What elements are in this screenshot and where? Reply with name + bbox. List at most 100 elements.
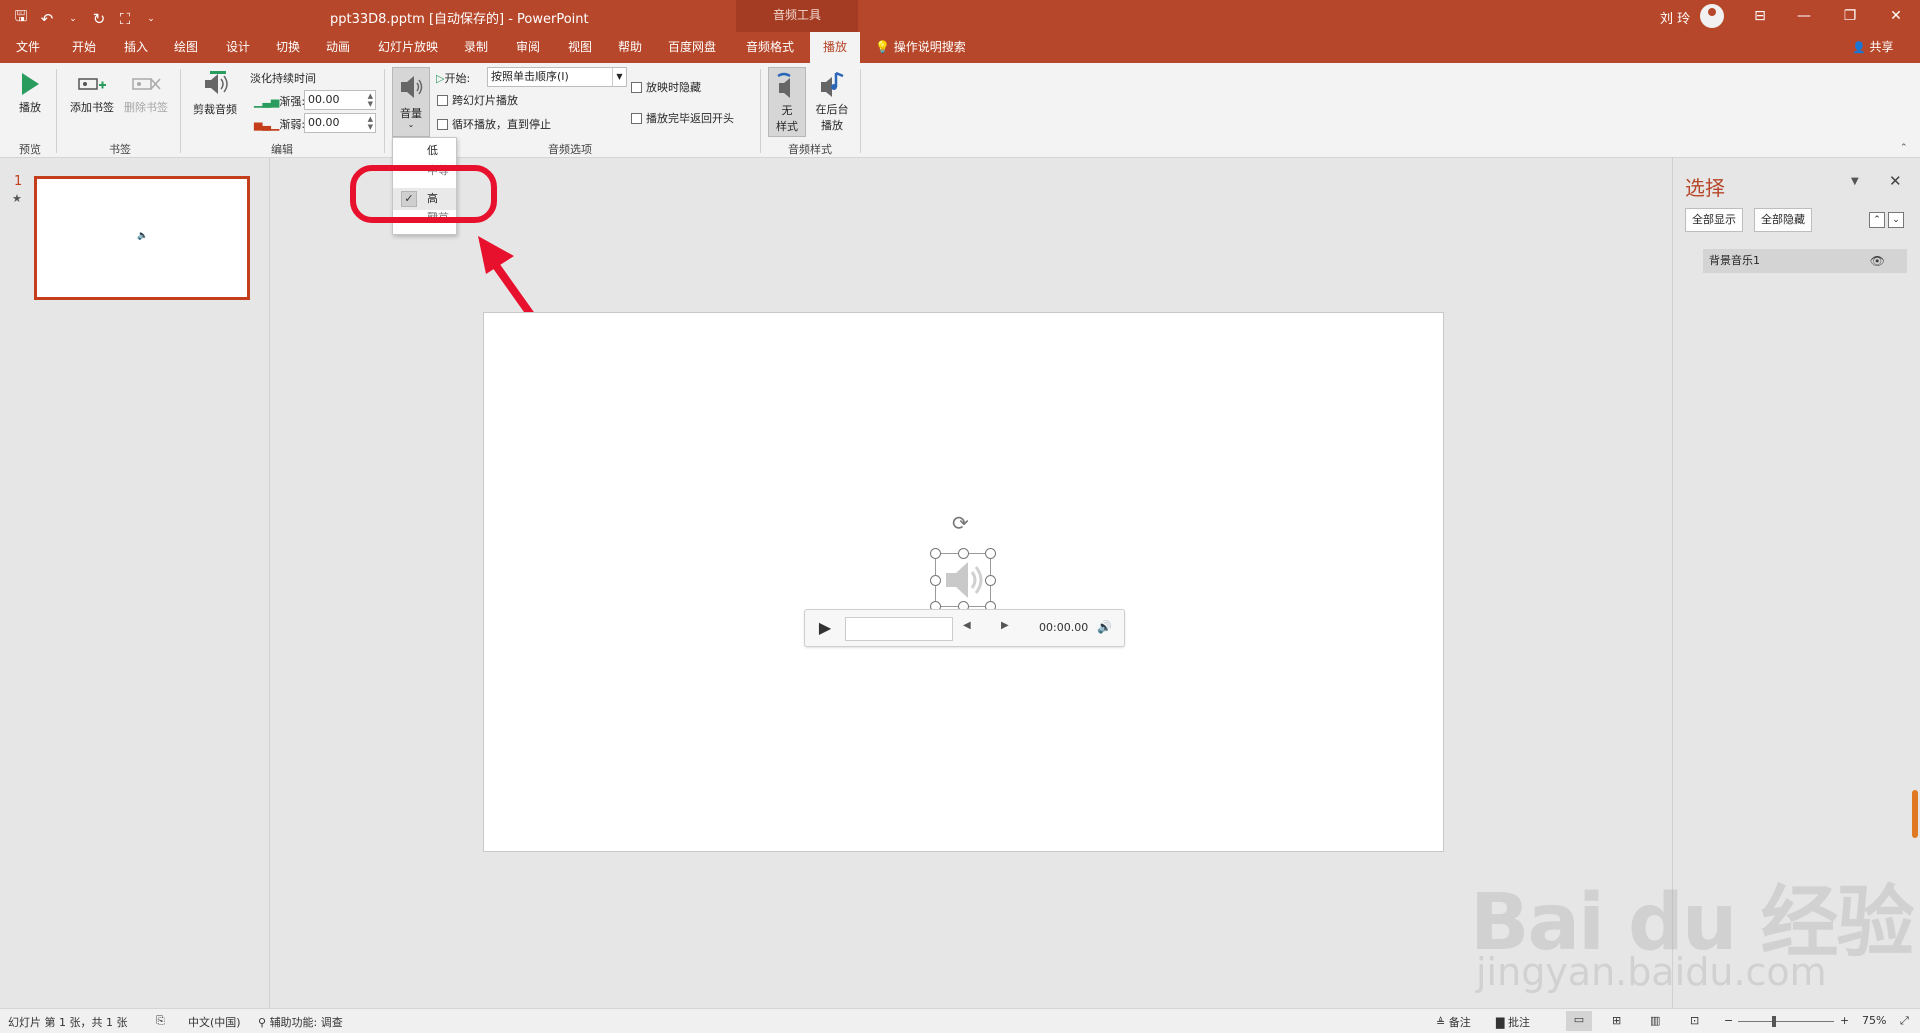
close-window-button[interactable]: ✕ xyxy=(1876,4,1916,28)
slide-thumbnail[interactable]: 🔈 xyxy=(34,176,250,300)
start-select[interactable]: 按照单击顺序(I) ▼ xyxy=(487,67,627,87)
fade-duration-title: 淡化持续时间 xyxy=(250,72,316,85)
undo-icon[interactable]: ↶ xyxy=(40,10,54,28)
notes-button[interactable]: ≜ 备注 xyxy=(1436,1014,1471,1030)
redo-icon[interactable]: ↻ xyxy=(92,10,106,28)
slide-canvas[interactable]: ⟳ ▶ ◀ ▶ 00:00.00 🔊 xyxy=(483,312,1444,852)
vertical-scrollbar-thumb[interactable] xyxy=(1912,790,1918,838)
zoom-slider-thumb[interactable] xyxy=(1772,1016,1776,1027)
ribbon-display-options-button[interactable]: ⊟ xyxy=(1740,4,1780,28)
volume-button[interactable]: 音量 ⌄ xyxy=(392,67,430,137)
remove-bookmark-button[interactable]: 删除书签 xyxy=(120,73,172,115)
trim-audio-button[interactable]: 剪裁音频 xyxy=(188,69,242,117)
rotate-handle-icon[interactable]: ⟳ xyxy=(952,511,969,535)
hide-all-button[interactable]: 全部隐藏 xyxy=(1754,208,1812,232)
language-indicator[interactable]: 中文(中国) xyxy=(188,1014,241,1030)
fade-out-spinner[interactable]: 00.00 ▲ ▼ xyxy=(304,113,376,133)
resize-handle[interactable] xyxy=(958,548,969,559)
player-progress-track[interactable] xyxy=(845,617,953,641)
tab-slide-show[interactable]: 幻灯片放映 xyxy=(372,32,444,63)
undo-dropdown-icon[interactable]: ⌄ xyxy=(66,14,80,24)
no-style-button[interactable]: 无 样式 xyxy=(768,67,806,137)
audio-object[interactable] xyxy=(930,548,996,612)
tab-transitions[interactable]: 切换 xyxy=(270,32,306,63)
slide-show-view-icon[interactable]: ⊡ xyxy=(1690,1014,1699,1027)
checkbox-box[interactable] xyxy=(631,112,642,124)
tab-design[interactable]: 设计 xyxy=(220,32,256,63)
resize-handle[interactable] xyxy=(985,548,996,559)
collapse-ribbon-icon[interactable]: ⌃ xyxy=(1900,143,1908,153)
share-button[interactable]: 👤 共享 xyxy=(1852,32,1894,63)
tab-home[interactable]: 开始 xyxy=(66,32,102,63)
user-avatar[interactable] xyxy=(1700,4,1724,28)
resize-handle[interactable] xyxy=(930,548,941,559)
spelling-icon[interactable]: ⎘ xyxy=(156,1014,165,1028)
pane-close-icon[interactable]: ✕ xyxy=(1889,172,1902,190)
zoom-slider[interactable] xyxy=(1738,1021,1834,1022)
zoom-in-button[interactable]: + xyxy=(1840,1014,1849,1027)
fade-in-label: ▁▃▅渐强: xyxy=(254,95,306,108)
restore-button[interactable]: ❐ xyxy=(1830,4,1870,28)
add-bookmark-button[interactable]: 添加书签 xyxy=(66,73,118,115)
resize-handle[interactable] xyxy=(930,575,941,586)
minimize-button[interactable]: — xyxy=(1784,4,1824,28)
tab-insert[interactable]: 插入 xyxy=(118,32,154,63)
user-name[interactable]: 刘 玲 xyxy=(1660,8,1690,27)
tab-draw[interactable]: 绘图 xyxy=(168,32,204,63)
checkbox-box[interactable] xyxy=(437,118,448,130)
present-from-start-icon[interactable]: ⛶ xyxy=(118,10,132,28)
tab-animations[interactable]: 动画 xyxy=(320,32,356,63)
hide-during-show-checkbox[interactable]: 放映时隐藏 xyxy=(631,79,701,95)
zoom-out-button[interactable]: − xyxy=(1724,1014,1733,1027)
player-play-button[interactable]: ▶ xyxy=(815,618,835,638)
add-bookmark-icon xyxy=(78,78,106,90)
checkbox-box[interactable] xyxy=(631,81,642,93)
slide-sorter-view-icon[interactable]: ⊞ xyxy=(1612,1014,1621,1027)
tab-playback[interactable]: 播放 xyxy=(810,32,860,63)
play-across-slides-checkbox[interactable]: 跨幻灯片播放 xyxy=(437,92,518,108)
reading-view-icon[interactable]: ▥ xyxy=(1650,1014,1660,1027)
tab-help[interactable]: 帮助 xyxy=(612,32,648,63)
save-icon[interactable]: 🖫 xyxy=(14,6,28,31)
bring-forward-icon[interactable]: ⌃ xyxy=(1869,212,1885,228)
play-preview-button[interactable]: 播放 xyxy=(12,71,48,115)
show-all-button[interactable]: 全部显示 xyxy=(1685,208,1743,232)
loop-until-stopped-checkbox[interactable]: 循环播放，直到停止 xyxy=(437,116,551,132)
resize-handle[interactable] xyxy=(985,575,996,586)
volume-dropdown-icon: ⌄ xyxy=(407,120,415,129)
trim-audio-label: 剪裁音频 xyxy=(193,103,237,116)
zoom-level[interactable]: 75% xyxy=(1862,1014,1886,1027)
tab-record[interactable]: 录制 xyxy=(458,32,494,63)
fade-in-spinner[interactable]: 00.00 ▲ ▼ xyxy=(304,90,376,110)
tab-audio-format[interactable]: 音频格式 xyxy=(740,32,800,63)
speaker-icon: 🔈 xyxy=(137,231,149,241)
selection-item[interactable]: 背景音乐1 👁 xyxy=(1703,249,1907,273)
volume-menu-item-low[interactable]: 低 xyxy=(393,140,456,162)
comments-button[interactable]: ▇ 批注 xyxy=(1496,1014,1530,1030)
spinner-arrows-icon[interactable]: ▲ ▼ xyxy=(368,115,373,131)
spinner-arrows-icon[interactable]: ▲ ▼ xyxy=(368,92,373,108)
checkbox-box[interactable] xyxy=(437,94,448,106)
rewind-after-playing-checkbox[interactable]: 播放完毕返回开头 xyxy=(631,110,734,126)
player-skip-forward-button[interactable]: ▶ xyxy=(1001,620,1009,631)
speaker-icon xyxy=(946,562,983,598)
chevron-down-icon[interactable]: ▼ xyxy=(612,68,626,86)
play-in-background-button[interactable]: 在后台 播放 xyxy=(810,67,854,133)
pane-options-icon[interactable]: ▼ xyxy=(1851,176,1859,187)
send-backward-icon[interactable]: ⌄ xyxy=(1888,212,1904,228)
normal-view-icon[interactable]: ▭ xyxy=(1566,1011,1592,1031)
customize-qat-icon[interactable]: ⌄ xyxy=(144,14,158,24)
tell-me-search[interactable]: 💡 操作说明搜索 xyxy=(875,32,966,63)
player-volume-icon[interactable]: 🔊 xyxy=(1097,620,1112,634)
player-skip-back-button[interactable]: ◀ xyxy=(963,620,971,631)
fit-to-window-icon[interactable]: ⤢ xyxy=(1900,1014,1909,1028)
document-title: ppt33D8.pptm [自动保存的] - PowerPoint xyxy=(330,12,589,27)
animation-star-icon: ★ xyxy=(12,192,22,205)
accessibility-status[interactable]: ⚲ 辅助功能: 调查 xyxy=(258,1014,343,1030)
tab-review[interactable]: 审阅 xyxy=(510,32,546,63)
tab-baidu-netdisk[interactable]: 百度网盘 xyxy=(662,32,722,63)
slide-thumbnail-pane: 1 ★ 🔈 xyxy=(0,158,270,1008)
visibility-eye-icon[interactable]: 👁 xyxy=(1870,249,1885,273)
tab-file[interactable]: 文件 xyxy=(10,32,46,63)
tab-view[interactable]: 视图 xyxy=(562,32,598,63)
